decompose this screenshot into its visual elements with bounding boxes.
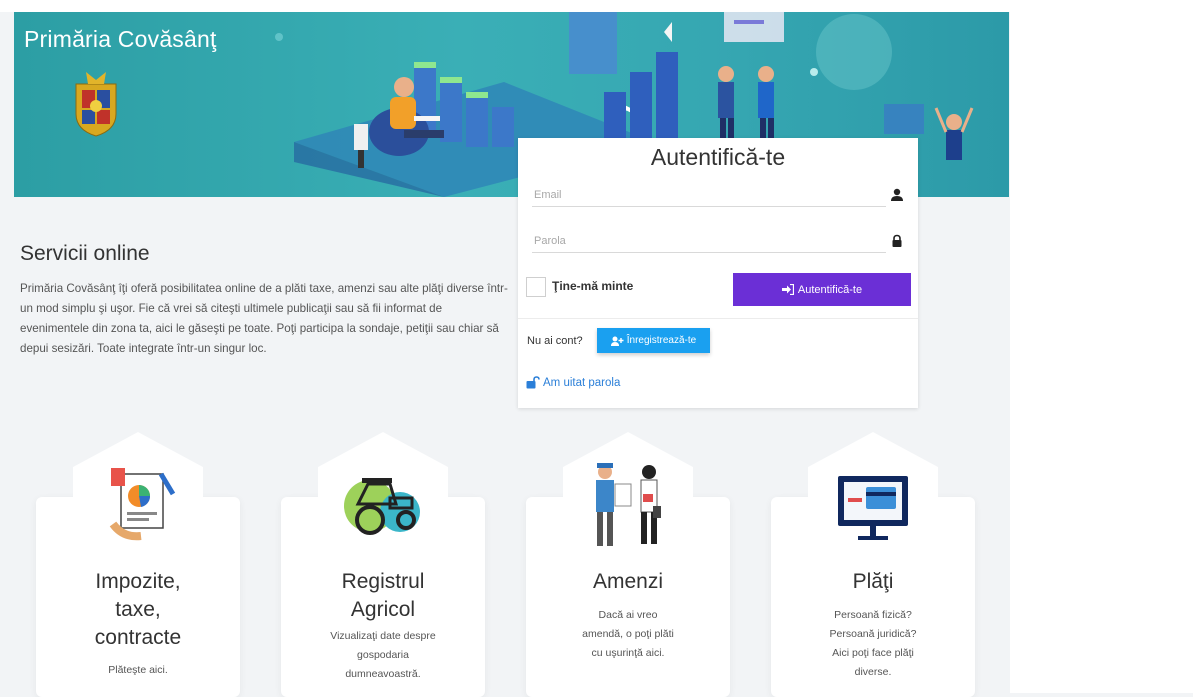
card-divider bbox=[518, 318, 918, 319]
login-button-label: Autentifică-te bbox=[797, 283, 863, 296]
fines-description: Dacă ai vreo amendă, o poţi plăti cu uşu… bbox=[582, 609, 674, 659]
login-title: Autentifică-te bbox=[650, 144, 786, 170]
user-plus-icon bbox=[610, 336, 624, 346]
login-card: Autentifică-te Ţine-mă minte Autentifică… bbox=[518, 138, 918, 408]
lock-icon bbox=[892, 234, 902, 247]
taxes-title[interactable]: Impozite, taxe, contracte bbox=[36, 568, 240, 652]
police-officer-icon bbox=[596, 463, 661, 546]
remember-me-checkbox[interactable] bbox=[526, 277, 546, 297]
tractor-icon bbox=[344, 478, 420, 535]
services-heading: Servicii online bbox=[20, 242, 150, 265]
forgot-password-link[interactable]: Am uitat parola bbox=[526, 376, 620, 389]
user-icon bbox=[891, 188, 903, 201]
services-description: Primăria Covăsânţ îţi oferă posibilitate… bbox=[20, 282, 508, 355]
monitor-card-icon bbox=[838, 476, 908, 540]
documents-icon bbox=[109, 468, 176, 541]
taxes-description: Plăteşte aici. bbox=[108, 664, 168, 676]
remember-me-label[interactable]: Ţine-mă minte bbox=[552, 279, 633, 293]
password-input[interactable] bbox=[532, 230, 886, 253]
page-margin bbox=[1010, 0, 1193, 693]
agricultural-description: Vizualizaţi date despre gospodaria dumne… bbox=[330, 630, 436, 680]
fines-title[interactable]: Amenzi bbox=[526, 568, 730, 596]
register-button[interactable]: Înregistrează-te bbox=[597, 328, 710, 353]
site-title[interactable]: Primăria Covăsânţ bbox=[24, 26, 217, 53]
forgot-password-label: Am uitat parola bbox=[543, 376, 621, 389]
coat-of-arms-icon bbox=[75, 72, 117, 137]
taxes-hexagon bbox=[73, 432, 203, 572]
email-input[interactable] bbox=[532, 184, 886, 207]
fines-hexagon bbox=[563, 432, 693, 572]
payments-hexagon bbox=[808, 432, 938, 572]
sign-in-icon bbox=[781, 284, 794, 295]
login-button[interactable]: Autentifică-te bbox=[733, 273, 911, 306]
agricultural-title[interactable]: Registrul Agricol bbox=[281, 568, 485, 624]
payments-title[interactable]: Plăţi bbox=[771, 568, 975, 596]
agricultural-hexagon bbox=[318, 432, 448, 572]
unlock-icon bbox=[526, 376, 540, 389]
top-strip bbox=[0, 0, 1010, 12]
no-account-label: Nu ai cont? bbox=[527, 335, 583, 347]
payments-description: Persoană fizică? Persoană juridică? Aici… bbox=[829, 609, 917, 678]
register-button-label: Înregistrează-te bbox=[626, 335, 697, 346]
